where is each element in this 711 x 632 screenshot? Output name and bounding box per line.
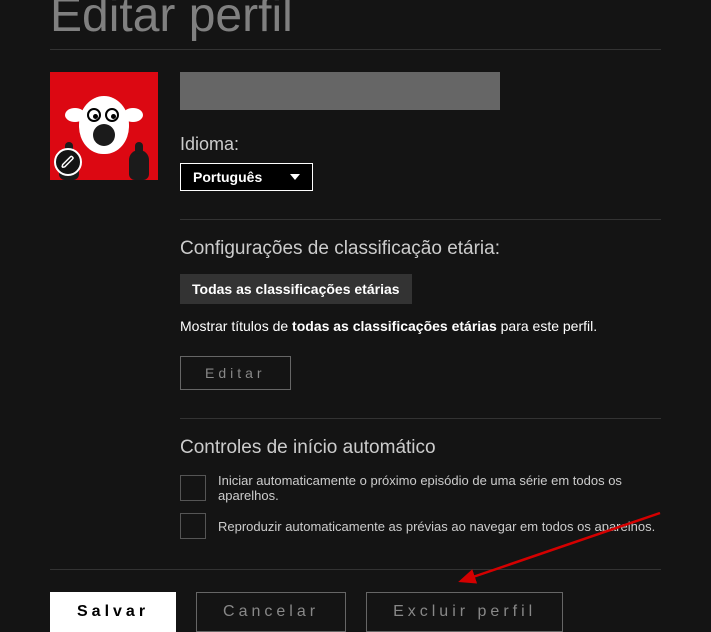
language-selected-value: Português bbox=[193, 169, 262, 185]
pencil-icon bbox=[61, 155, 75, 169]
maturity-rating-badge: Todas as classificações etárias bbox=[180, 274, 412, 304]
autoplay-heading: Controles de início automático bbox=[180, 437, 661, 459]
edit-maturity-button[interactable]: Editar bbox=[180, 356, 291, 390]
maturity-heading: Configurações de classificação etária: bbox=[180, 238, 661, 260]
save-button[interactable]: Salvar bbox=[50, 592, 176, 632]
delete-profile-button[interactable]: Excluir perfil bbox=[366, 592, 563, 632]
maturity-description: Mostrar títulos de todas as classificaçõ… bbox=[180, 318, 661, 334]
divider bbox=[50, 569, 661, 570]
chevron-down-icon bbox=[290, 174, 300, 180]
divider bbox=[180, 219, 661, 220]
page-title: Editar perfil bbox=[50, 0, 661, 43]
edit-avatar-button[interactable] bbox=[54, 148, 82, 176]
autoplay-previews-label: Reproduzir automaticamente as prévias ao… bbox=[218, 519, 655, 534]
language-select[interactable]: Português bbox=[180, 163, 313, 191]
autoplay-next-episode-checkbox[interactable] bbox=[180, 475, 206, 501]
cancel-button[interactable]: Cancelar bbox=[196, 592, 346, 632]
profile-avatar[interactable] bbox=[50, 72, 158, 180]
language-label: Idioma: bbox=[180, 134, 661, 155]
profile-name-input[interactable] bbox=[180, 72, 500, 110]
autoplay-next-episode-label: Iniciar automaticamente o próximo episód… bbox=[218, 473, 661, 503]
divider bbox=[180, 418, 661, 419]
autoplay-previews-checkbox[interactable] bbox=[180, 513, 206, 539]
